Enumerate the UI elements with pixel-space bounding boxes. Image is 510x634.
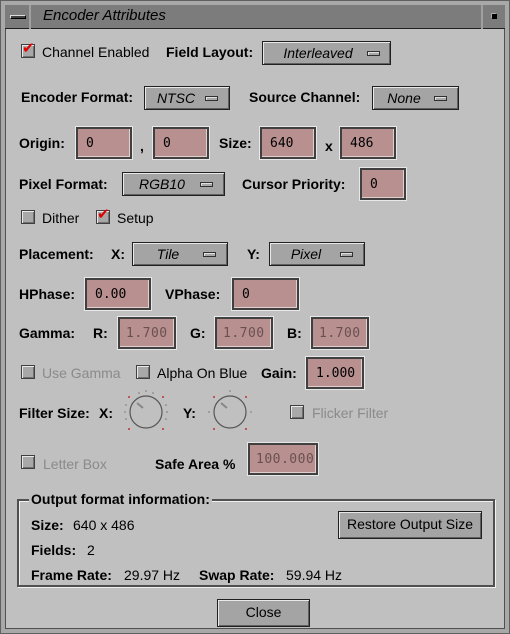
gamma-r-input[interactable]: 1.700 [117, 316, 177, 350]
encoder-attributes-window: Encoder Attributes ✔ Channel Enabled Fie… [0, 0, 510, 634]
option-menu-icon [340, 252, 353, 257]
gain-input[interactable]: 1.000 [305, 356, 365, 390]
placement-label: Placement: [19, 246, 94, 262]
gain-label: Gain: [261, 365, 297, 381]
swap-rate-value: 59.94 Hz [286, 567, 343, 583]
dither-checkbox[interactable] [21, 210, 35, 224]
source-channel-value: None [387, 90, 421, 106]
checkmark-icon: ✔ [22, 40, 35, 57]
filter-size-x-label: X: [99, 405, 113, 421]
placement-x-value: Tile [156, 246, 180, 262]
dither-label: Dither [42, 210, 80, 226]
gamma-g-label: G: [190, 325, 206, 341]
origin-label: Origin: [19, 135, 65, 151]
restore-output-size-button[interactable]: Restore Output Size [338, 511, 482, 539]
close-button[interactable]: Close [217, 599, 310, 627]
option-menu-icon [434, 96, 447, 101]
filter-size-x-knob[interactable] [123, 389, 169, 435]
letter-box-checkbox[interactable] [21, 455, 35, 469]
output-format-title: Output format information: [29, 491, 212, 507]
field-layout-label: Field Layout: [166, 44, 254, 60]
encoder-format-label: Encoder Format: [21, 89, 134, 105]
gamma-b-label: B: [287, 325, 302, 341]
pixel-format-value: RGB10 [139, 176, 185, 192]
use-gamma-checkbox[interactable] [21, 365, 35, 379]
placement-y-dropdown[interactable]: Pixel [269, 242, 365, 266]
flicker-filter-label: Flicker Filter [312, 405, 389, 421]
alpha-on-blue-label: Alpha On Blue [157, 365, 248, 381]
size-x-separator: x [325, 138, 333, 154]
cursor-priority-label: Cursor Priority: [242, 176, 346, 192]
alpha-on-blue-checkbox[interactable] [136, 365, 150, 379]
output-size-label: Size: [31, 517, 64, 533]
gamma-label: Gamma: [19, 325, 76, 341]
gamma-r-label: R: [93, 325, 108, 341]
option-menu-icon [367, 51, 380, 56]
channel-enabled-label: Channel Enabled [42, 44, 150, 60]
placement-y-value: Pixel [290, 246, 322, 262]
filter-size-y-label: Y: [183, 405, 196, 421]
hphase-label: HPhase: [19, 286, 76, 302]
filter-size-y-knob[interactable] [207, 389, 253, 435]
window-title: Encoder Attributes [43, 7, 166, 24]
origin-x-input[interactable]: 0 [75, 126, 133, 160]
source-channel-label: Source Channel: [249, 89, 361, 105]
filter-size-label: Filter Size: [19, 405, 90, 421]
setup-label: Setup [117, 210, 154, 226]
channel-enabled-checkbox[interactable]: ✔ [21, 40, 35, 58]
window-menu-button[interactable] [5, 5, 31, 29]
option-menu-icon [200, 182, 213, 187]
field-layout-value: Interleaved [283, 45, 353, 61]
origin-comma: , [140, 138, 144, 154]
frame-rate-label: Frame Rate: [31, 567, 112, 583]
source-channel-dropdown[interactable]: None [372, 86, 459, 110]
vphase-input[interactable]: 0 [231, 277, 300, 311]
safe-area-input[interactable]: 100.000 [247, 442, 319, 476]
maximize-button[interactable] [481, 5, 505, 29]
pixel-format-dropdown[interactable]: RGB10 [122, 172, 225, 196]
placement-y-label: Y: [247, 246, 260, 262]
size-height-input[interactable]: 486 [339, 126, 397, 160]
option-menu-icon [205, 96, 218, 101]
checkmark-icon: ✔ [97, 206, 110, 223]
frame-rate-value: 29.97 Hz [124, 567, 181, 583]
fields-label: Fields: [31, 542, 77, 558]
fields-value: 2 [87, 542, 95, 558]
vphase-label: VPhase: [165, 286, 221, 302]
option-menu-icon [203, 252, 216, 257]
letter-box-label: Letter Box [43, 456, 107, 472]
encoder-format-dropdown[interactable]: NTSC [144, 86, 230, 110]
size-width-input[interactable]: 640 [259, 126, 317, 160]
field-layout-dropdown[interactable]: Interleaved [262, 41, 391, 65]
pixel-format-label: Pixel Format: [19, 176, 108, 192]
swap-rate-label: Swap Rate: [199, 567, 275, 583]
placement-x-dropdown[interactable]: Tile [132, 242, 228, 266]
maximize-icon [492, 14, 497, 19]
placement-x-label: X: [111, 246, 125, 262]
setup-checkbox[interactable]: ✔ [96, 206, 110, 224]
cursor-priority-input[interactable]: 0 [359, 167, 407, 201]
origin-y-input[interactable]: 0 [152, 126, 210, 160]
hphase-input[interactable]: 0.00 [84, 277, 152, 311]
window-menu-icon [10, 15, 26, 19]
encoder-format-value: NTSC [156, 90, 196, 106]
safe-area-label: Safe Area % [155, 456, 236, 472]
size-label: Size: [219, 135, 252, 151]
flicker-filter-checkbox[interactable] [290, 405, 304, 419]
output-size-value: 640 x 486 [73, 517, 135, 533]
gamma-b-input[interactable]: 1.700 [310, 316, 370, 350]
title-bar[interactable]: Encoder Attributes [5, 5, 505, 29]
gamma-g-input[interactable]: 1.700 [214, 316, 274, 350]
use-gamma-label: Use Gamma [42, 365, 121, 381]
